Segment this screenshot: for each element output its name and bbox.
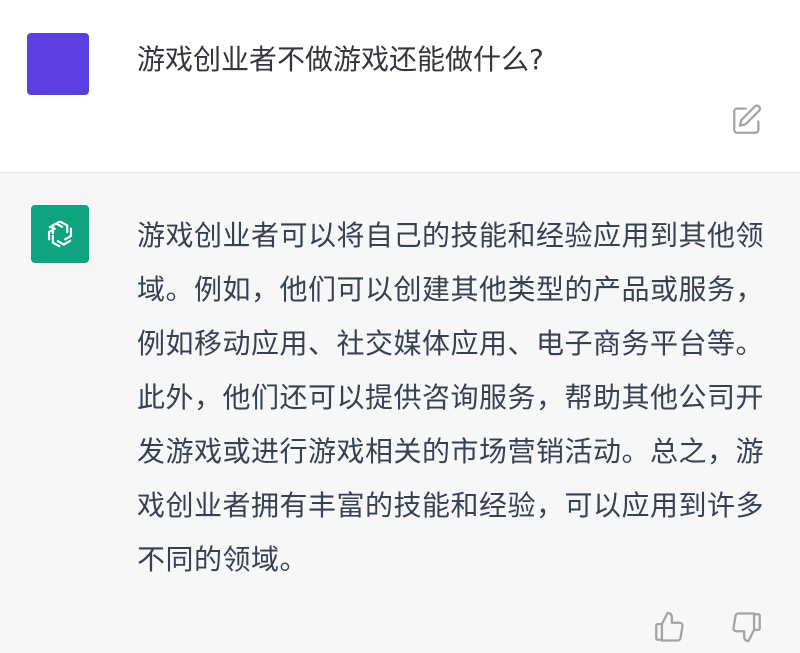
user-message: 游戏创业者不做游戏还能做什么? — [0, 0, 800, 173]
user-question-text: 游戏创业者不做游戏还能做什么? — [137, 43, 544, 76]
user-avatar — [27, 33, 89, 95]
assistant-message: 游戏创业者可以将自己的技能和经验应用到其他领域。例如，他们可以创建其他类型的产品… — [0, 173, 800, 653]
thumbs-down-icon[interactable] — [730, 610, 764, 644]
chat-page: 游戏创业者不做游戏还能做什么? 游戏创业者可以将自己的技能和经验应用到其他领域。… — [0, 0, 800, 653]
edit-icon[interactable] — [730, 103, 764, 137]
assistant-avatar — [31, 205, 89, 263]
thumbs-up-icon[interactable] — [652, 610, 686, 644]
assistant-answer-text: 游戏创业者可以将自己的技能和经验应用到其他领域。例如，他们可以创建其他类型的产品… — [137, 219, 765, 576]
openai-logo-icon — [47, 220, 73, 248]
